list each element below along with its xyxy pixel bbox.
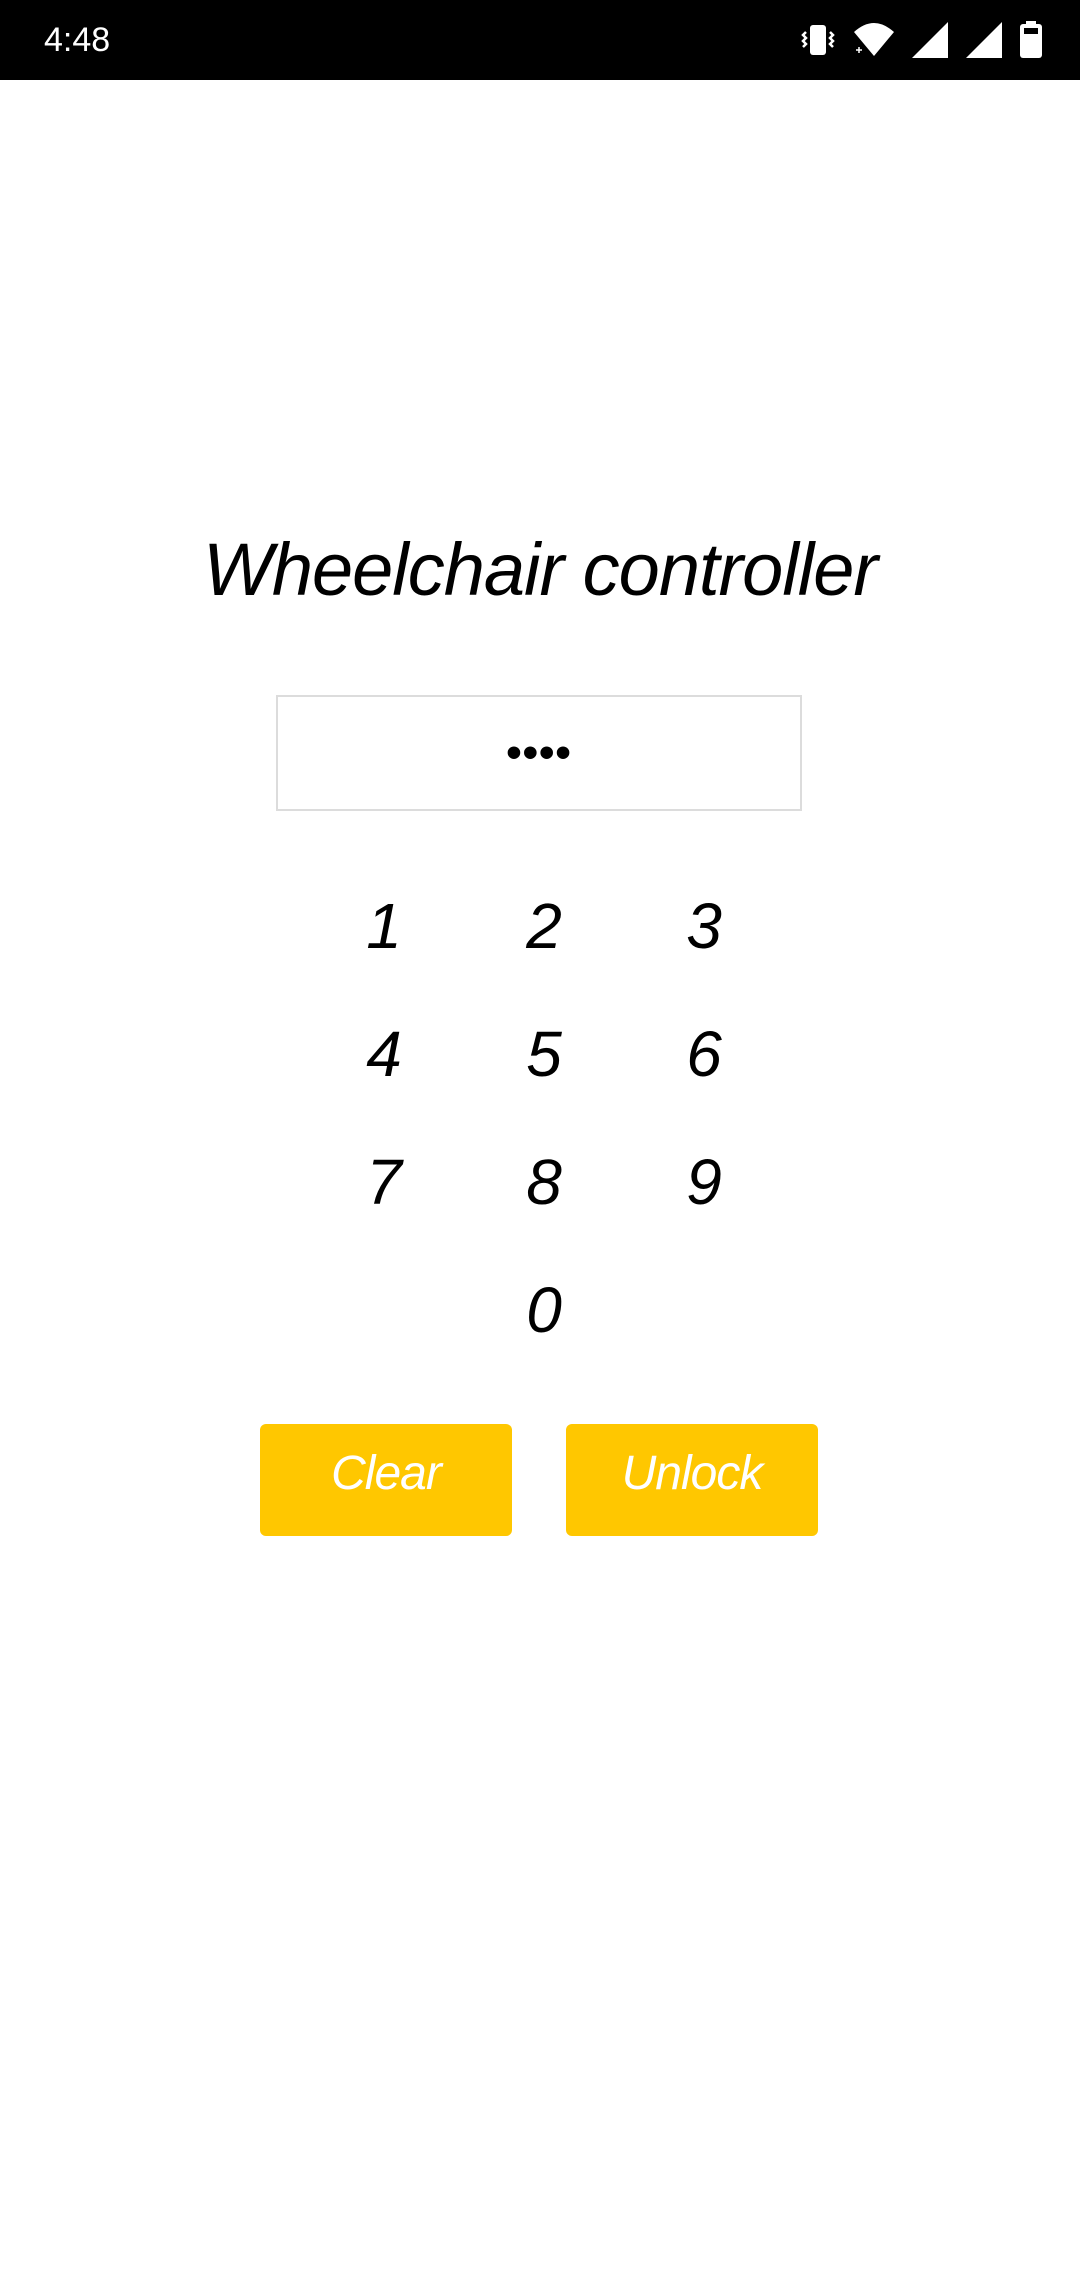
key-7[interactable]: 7 [324,1127,444,1237]
app-title: Wheelchair controller [202,528,878,611]
signal-icon [964,20,1004,60]
key-4[interactable]: 4 [324,999,444,1109]
key-1[interactable]: 1 [324,871,444,981]
key-8[interactable]: 8 [484,1127,604,1237]
status-bar: 4:48 [0,0,1080,80]
key-3[interactable]: 3 [644,871,764,981]
pin-input[interactable]: •••• [276,695,802,811]
wifi-icon [852,20,896,60]
unlock-button[interactable]: Unlock [566,1424,818,1536]
key-5[interactable]: 5 [484,999,604,1109]
battery-icon [1018,20,1044,60]
keypad: 1 2 3 4 5 6 7 8 9 0 [0,0,1080,2280]
vibrate-icon [798,20,838,60]
key-6[interactable]: 6 [644,999,764,1109]
key-2[interactable]: 2 [484,871,604,981]
key-0[interactable]: 0 [484,1255,604,1365]
status-icons [798,18,1044,62]
key-9[interactable]: 9 [644,1127,764,1237]
signal-icon [910,20,950,60]
status-time: 4:48 [44,21,111,59]
clear-button[interactable]: Clear [260,1424,512,1536]
